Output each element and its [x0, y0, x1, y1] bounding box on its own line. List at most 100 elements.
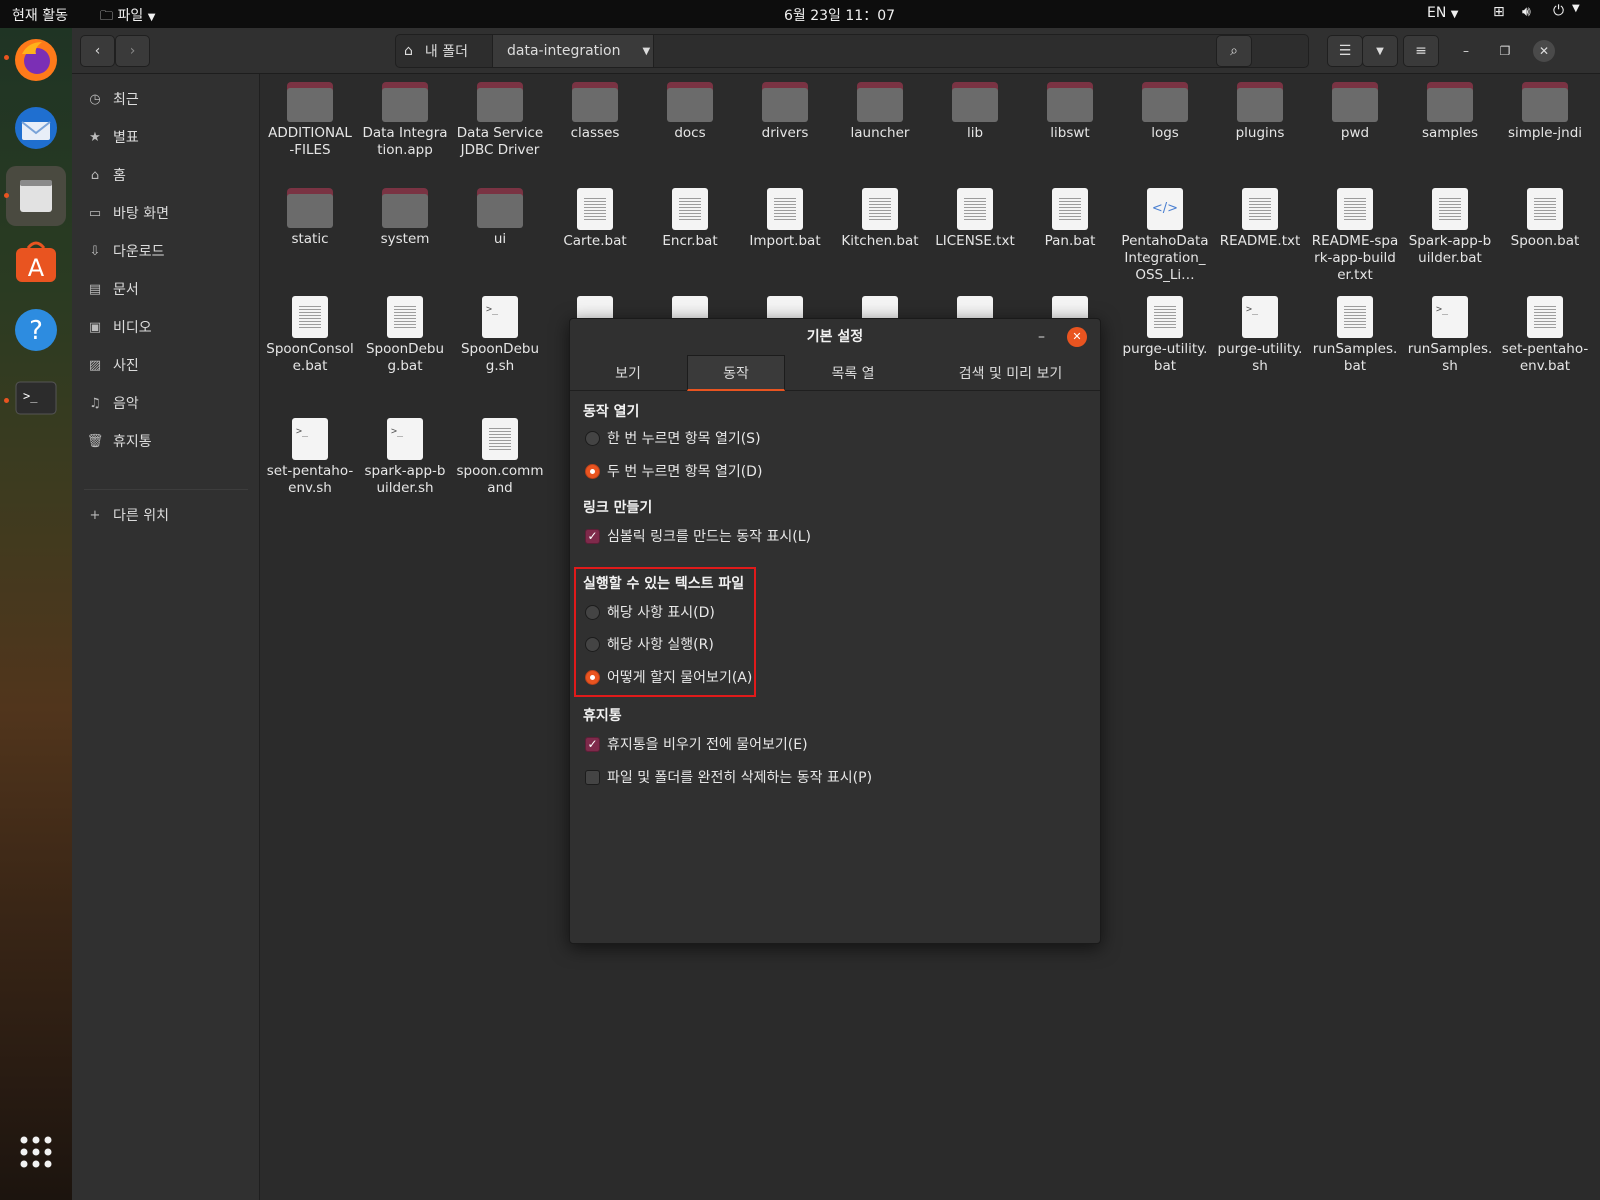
file-item[interactable]: Carte.bat — [551, 188, 639, 250]
file-item[interactable]: SpoonDebug.bat — [361, 296, 449, 375]
folder-item[interactable]: Data Service JDBC Driver — [456, 82, 544, 159]
view-options-button[interactable]: ▼ — [1362, 35, 1398, 67]
file-item[interactable]: spoon.command — [456, 418, 544, 497]
file-item[interactable]: >_ purge-utility.sh — [1216, 296, 1304, 375]
close-button[interactable]: ✕ — [1533, 40, 1555, 62]
sidebar-item-star[interactable]: ★ 별표 — [86, 124, 139, 150]
folder-item[interactable]: static — [266, 188, 354, 248]
forward-button[interactable]: › — [115, 35, 150, 67]
file-item[interactable]: </> PentahoDataIntegration_OSS_Li… — [1121, 188, 1209, 284]
network-icon[interactable]: ⊞ — [1493, 4, 1505, 20]
exec-show-option[interactable]: 해당 사항 표시(D) — [585, 601, 715, 623]
sidebar-item-desktop[interactable]: ▭ 바탕 화면 — [86, 200, 169, 226]
file-item[interactable]: Kitchen.bat — [836, 188, 924, 250]
menu-button[interactable]: ≡ — [1403, 35, 1439, 67]
tab-list-columns[interactable]: 목록 열 — [786, 355, 920, 391]
folder-item[interactable]: samples — [1406, 82, 1494, 142]
file-item[interactable]: Import.bat — [741, 188, 829, 250]
trash-delete-option[interactable]: 파일 및 폴더를 완전히 삭제하는 동작 표시(P) — [585, 766, 872, 788]
radio-button[interactable] — [585, 430, 600, 446]
folder-item[interactable]: logs — [1121, 82, 1209, 142]
sidebar-item-picture[interactable]: ▨ 사진 — [86, 352, 139, 378]
file-item[interactable]: purge-utility.bat — [1121, 296, 1209, 375]
file-item[interactable]: >_ spark-app-builder.sh — [361, 418, 449, 497]
file-item[interactable]: Spark-app-builder.bat — [1406, 188, 1494, 267]
folder-item[interactable]: plugins — [1216, 82, 1304, 142]
close-button[interactable]: ✕ — [1067, 327, 1087, 347]
trash-ask-option[interactable]: ✓ 휴지통을 비우기 전에 물어보기(E) — [585, 733, 808, 755]
sidebar-item-download[interactable]: ⇩ 다운로드 — [86, 238, 165, 264]
folder-item[interactable]: libswt — [1026, 82, 1114, 142]
checkbox[interactable] — [585, 769, 600, 785]
tab-search-preview[interactable]: 검색 및 미리 보기 — [921, 355, 1100, 391]
file-item[interactable]: set-pentaho-env.bat — [1501, 296, 1589, 375]
file-item[interactable]: >_ runSamples.sh — [1406, 296, 1494, 375]
folder-item[interactable]: classes — [551, 82, 639, 142]
checkbox-checked[interactable]: ✓ — [585, 736, 600, 752]
file-item[interactable]: Spoon.bat — [1501, 188, 1589, 250]
tab-behavior[interactable]: 동작 — [687, 355, 785, 391]
file-item[interactable]: >_ set-pentaho-env.sh — [266, 418, 354, 497]
checkbox-checked[interactable]: ✓ — [585, 528, 600, 544]
terminal-icon[interactable]: >_ — [12, 374, 60, 422]
exec-ask-option[interactable]: 어떻게 할지 물어보기(A) — [585, 666, 752, 688]
file-item[interactable]: Pan.bat — [1026, 188, 1114, 250]
sidebar-item-trash[interactable]: 🗑︎ 휴지통 — [86, 428, 152, 454]
file-item[interactable]: SpoonConsole.bat — [266, 296, 354, 375]
volume-icon[interactable]: 🔊︎ — [1522, 4, 1531, 20]
radio-button[interactable] — [585, 636, 600, 652]
sidebar-item-music[interactable]: ♫ 음악 — [86, 390, 139, 416]
file-item[interactable]: Encr.bat — [646, 188, 734, 250]
minimize-button[interactable]: – — [1455, 40, 1477, 62]
firefox-icon[interactable] — [12, 36, 60, 84]
tab-view[interactable]: 보기 — [570, 355, 686, 391]
folder-item[interactable]: ADDITIONAL-FILES — [266, 82, 354, 159]
dialog-title: 기본 설정 — [806, 329, 864, 345]
folder-icon: 🗀 — [100, 9, 114, 24]
folder-item[interactable]: lib — [931, 82, 1019, 142]
double-click-option[interactable]: 두 번 누르면 항목 열기(D) — [585, 460, 762, 482]
view-list-button[interactable]: ☰ — [1327, 35, 1363, 67]
folder-item[interactable]: simple-jndi — [1501, 82, 1589, 142]
file-item[interactable]: README.txt — [1216, 188, 1304, 250]
folder-item[interactable]: pwd — [1311, 82, 1399, 142]
language-selector[interactable]: EN ▼ — [1427, 5, 1458, 21]
breadcrumb-current[interactable]: data-integration ▼ — [493, 35, 653, 67]
activities-button[interactable]: 현재 활동 — [12, 5, 68, 25]
show-apps-icon[interactable] — [12, 1128, 60, 1176]
caret-down-icon[interactable]: ▼ — [1572, 3, 1580, 14]
exec-run-option[interactable]: 해당 사항 실행(R) — [585, 633, 714, 655]
sidebar-item-other-locations[interactable]: + 다른 위치 — [86, 502, 169, 528]
minimize-button[interactable]: – — [1038, 329, 1045, 345]
sidebar-item-home[interactable]: ⌂ 홈 — [86, 162, 126, 188]
radio-button-selected[interactable] — [585, 669, 600, 685]
file-item[interactable]: LICENSE.txt — [931, 188, 1019, 250]
file-item[interactable]: README-spark-app-builder.txt — [1311, 188, 1399, 284]
folder-item[interactable]: docs — [646, 82, 734, 142]
file-item[interactable]: runSamples.bat — [1311, 296, 1399, 375]
search-button[interactable]: ⌕ — [1216, 35, 1252, 67]
clock[interactable]: 6월 23일 11：07 — [784, 5, 895, 25]
back-button[interactable]: ‹ — [80, 35, 115, 67]
folder-item[interactable]: Data Integration.app — [361, 82, 449, 159]
sidebar-item-video[interactable]: ▣ 비디오 — [86, 314, 152, 340]
symlink-option[interactable]: ✓ 심볼릭 링크를 만드는 동작 표시(L) — [585, 525, 811, 547]
file-item[interactable]: >_ SpoonDebug.sh — [456, 296, 544, 375]
help-icon[interactable]: ? — [12, 306, 60, 354]
sidebar-item-document[interactable]: ▤ 문서 — [86, 276, 139, 302]
folder-item[interactable]: system — [361, 188, 449, 248]
breadcrumb-home[interactable]: ⌂ 내 폴더 — [404, 35, 492, 67]
radio-button-selected[interactable] — [585, 463, 600, 479]
folder-item[interactable]: drivers — [741, 82, 829, 142]
maximize-button[interactable]: ❐ — [1494, 40, 1516, 62]
power-icon[interactable]: ⏻ — [1553, 3, 1564, 19]
sidebar-item-clock[interactable]: ◷ 최근 — [86, 86, 138, 112]
folder-item[interactable]: ui — [456, 188, 544, 248]
files-icon[interactable] — [6, 166, 66, 226]
single-click-option[interactable]: 한 번 누르면 항목 열기(S) — [585, 427, 761, 449]
app-menu[interactable]: 🗀 파일 ▼ — [100, 5, 155, 29]
radio-button[interactable] — [585, 604, 600, 620]
app-center-icon[interactable]: A — [12, 238, 60, 286]
thunderbird-icon[interactable] — [12, 104, 60, 152]
folder-item[interactable]: launcher — [836, 82, 924, 142]
